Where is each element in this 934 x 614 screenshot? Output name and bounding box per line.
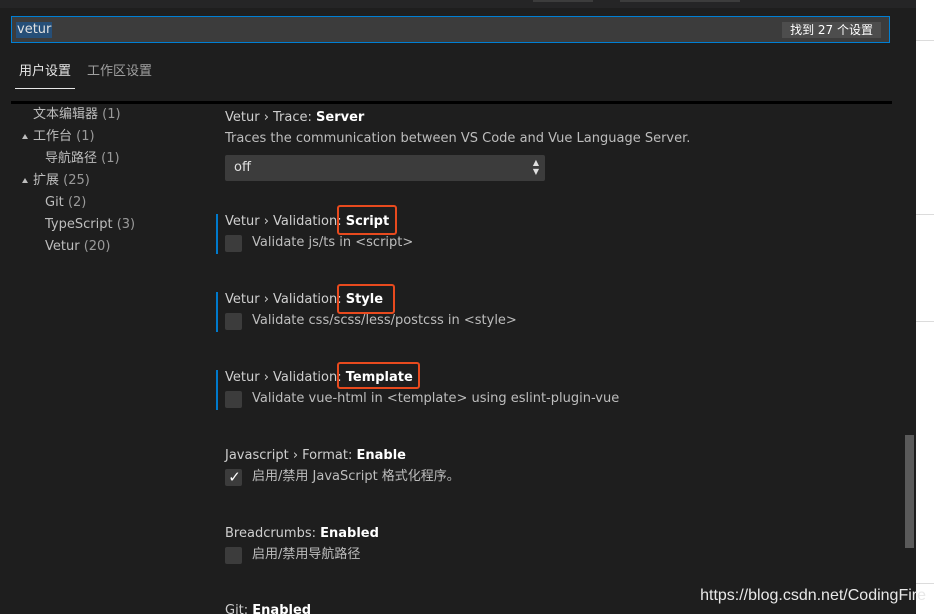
setting-vetur-validation-style: Vetur › Validation: Style Validate css/s… (216, 292, 896, 332)
expand-triangle-icon[interactable] (22, 178, 28, 183)
toc-item-git[interactable]: Git (2) (45, 194, 86, 212)
toc-item-count: (1) (101, 151, 120, 166)
edge-divider (916, 321, 934, 322)
toc-item-count: (25) (63, 173, 90, 188)
validation-script-checkbox[interactable] (225, 235, 242, 252)
breadcrumbs-checkbox[interactable] (225, 547, 242, 564)
watermark-text: https://blog.csdn.net/CodingFire (700, 587, 926, 604)
search-result-count-badge: 找到 27 个设置 (782, 22, 881, 38)
toc-item-count: (2) (67, 195, 87, 210)
modified-indicator (216, 370, 218, 410)
setting-title: Javascript › Format: Enable (225, 448, 406, 463)
select-value: off (234, 160, 251, 175)
setting-title: Vetur › Trace: Server (225, 110, 365, 125)
settings-search-input[interactable]: vetur 找到 27 个设置 (11, 16, 890, 43)
setting-vetur-validation-template: Vetur › Validation: Template Validate vu… (216, 370, 896, 410)
search-query[interactable]: vetur (16, 22, 53, 38)
scrollbar-thumb[interactable] (905, 435, 914, 548)
tab-workspace-settings[interactable]: 工作区设置 (87, 60, 152, 84)
toc-item-label: 文本编辑器 (33, 107, 99, 122)
validation-style-checkbox[interactable] (225, 313, 242, 330)
setting-description: Traces the communication between VS Code… (225, 131, 691, 146)
modified-indicator (216, 292, 218, 332)
toc-item-label: 扩展 (33, 173, 60, 188)
validation-template-checkbox[interactable] (225, 391, 242, 408)
setting-breadcrumbs-enabled: Breadcrumbs: Enabled 启用/禁用导航路径 (216, 526, 896, 566)
highlight-box (337, 284, 395, 314)
javascript-format-checkbox[interactable]: ✓ (225, 468, 242, 486)
setting-description: Validate js/ts in <script> (252, 235, 414, 250)
setting-description: Validate css/scss/less/postcss in <style… (252, 313, 517, 328)
toc-item-breadcrumbs[interactable]: 导航路径 (1) (45, 150, 120, 168)
editor-tab-strip (0, 0, 916, 8)
highlight-box (337, 205, 397, 235)
trace-server-select[interactable]: off ▲ ▼ (225, 155, 545, 181)
toc-item-workbench[interactable]: 工作台 (1) (33, 128, 95, 146)
setting-description: Validate vue-html in <template> using es… (252, 391, 620, 406)
toc-item-label: Git (45, 195, 64, 210)
toc-item-text-editor[interactable]: 文本编辑器 (1) (33, 106, 121, 124)
expand-triangle-icon[interactable] (22, 134, 28, 139)
tab-strip-segment (620, 0, 740, 2)
modified-indicator (216, 214, 218, 254)
setting-javascript-format-enable: Javascript › Format: Enable ✓ 启用/禁用 Java… (216, 448, 896, 488)
toc-item-label: 导航路径 (45, 151, 98, 166)
header-divider (11, 101, 892, 104)
highlight-box (337, 362, 420, 389)
toc-item-label: 工作台 (33, 129, 73, 144)
select-arrows-icon: ▲ ▼ (532, 158, 539, 176)
setting-description: 启用/禁用 JavaScript 格式化程序。 (252, 469, 460, 484)
toc-item-typescript[interactable]: TypeScript (3) (45, 216, 135, 234)
toc-item-count: (1) (76, 129, 95, 144)
setting-title: Git: Enabled (225, 603, 312, 614)
setting-vetur-trace-server: Vetur › Trace: Server Traces the communi… (216, 110, 896, 184)
toc-item-count: (20) (83, 239, 111, 254)
window-right-edge (916, 0, 934, 614)
toc-item-vetur[interactable]: Vetur (20) (45, 238, 110, 256)
checkmark-icon: ✓ (228, 468, 241, 486)
setting-title: Breadcrumbs: Enabled (225, 526, 379, 541)
setting-vetur-validation-script: Vetur › Validation: Script Validate js/t… (216, 214, 896, 254)
edge-divider (916, 40, 934, 41)
toc-item-label: TypeScript (45, 217, 113, 232)
toc-item-label: Vetur (45, 239, 80, 254)
edge-divider (916, 583, 934, 584)
toc-item-count: (3) (116, 217, 136, 232)
toc-item-count: (1) (102, 107, 121, 122)
toc-item-extensions[interactable]: 扩展 (25) (33, 172, 90, 190)
tab-user-settings[interactable]: 用户设置 (14, 60, 76, 89)
edge-divider (916, 214, 934, 215)
setting-description: 启用/禁用导航路径 (252, 547, 361, 562)
tab-strip-segment (533, 0, 593, 2)
